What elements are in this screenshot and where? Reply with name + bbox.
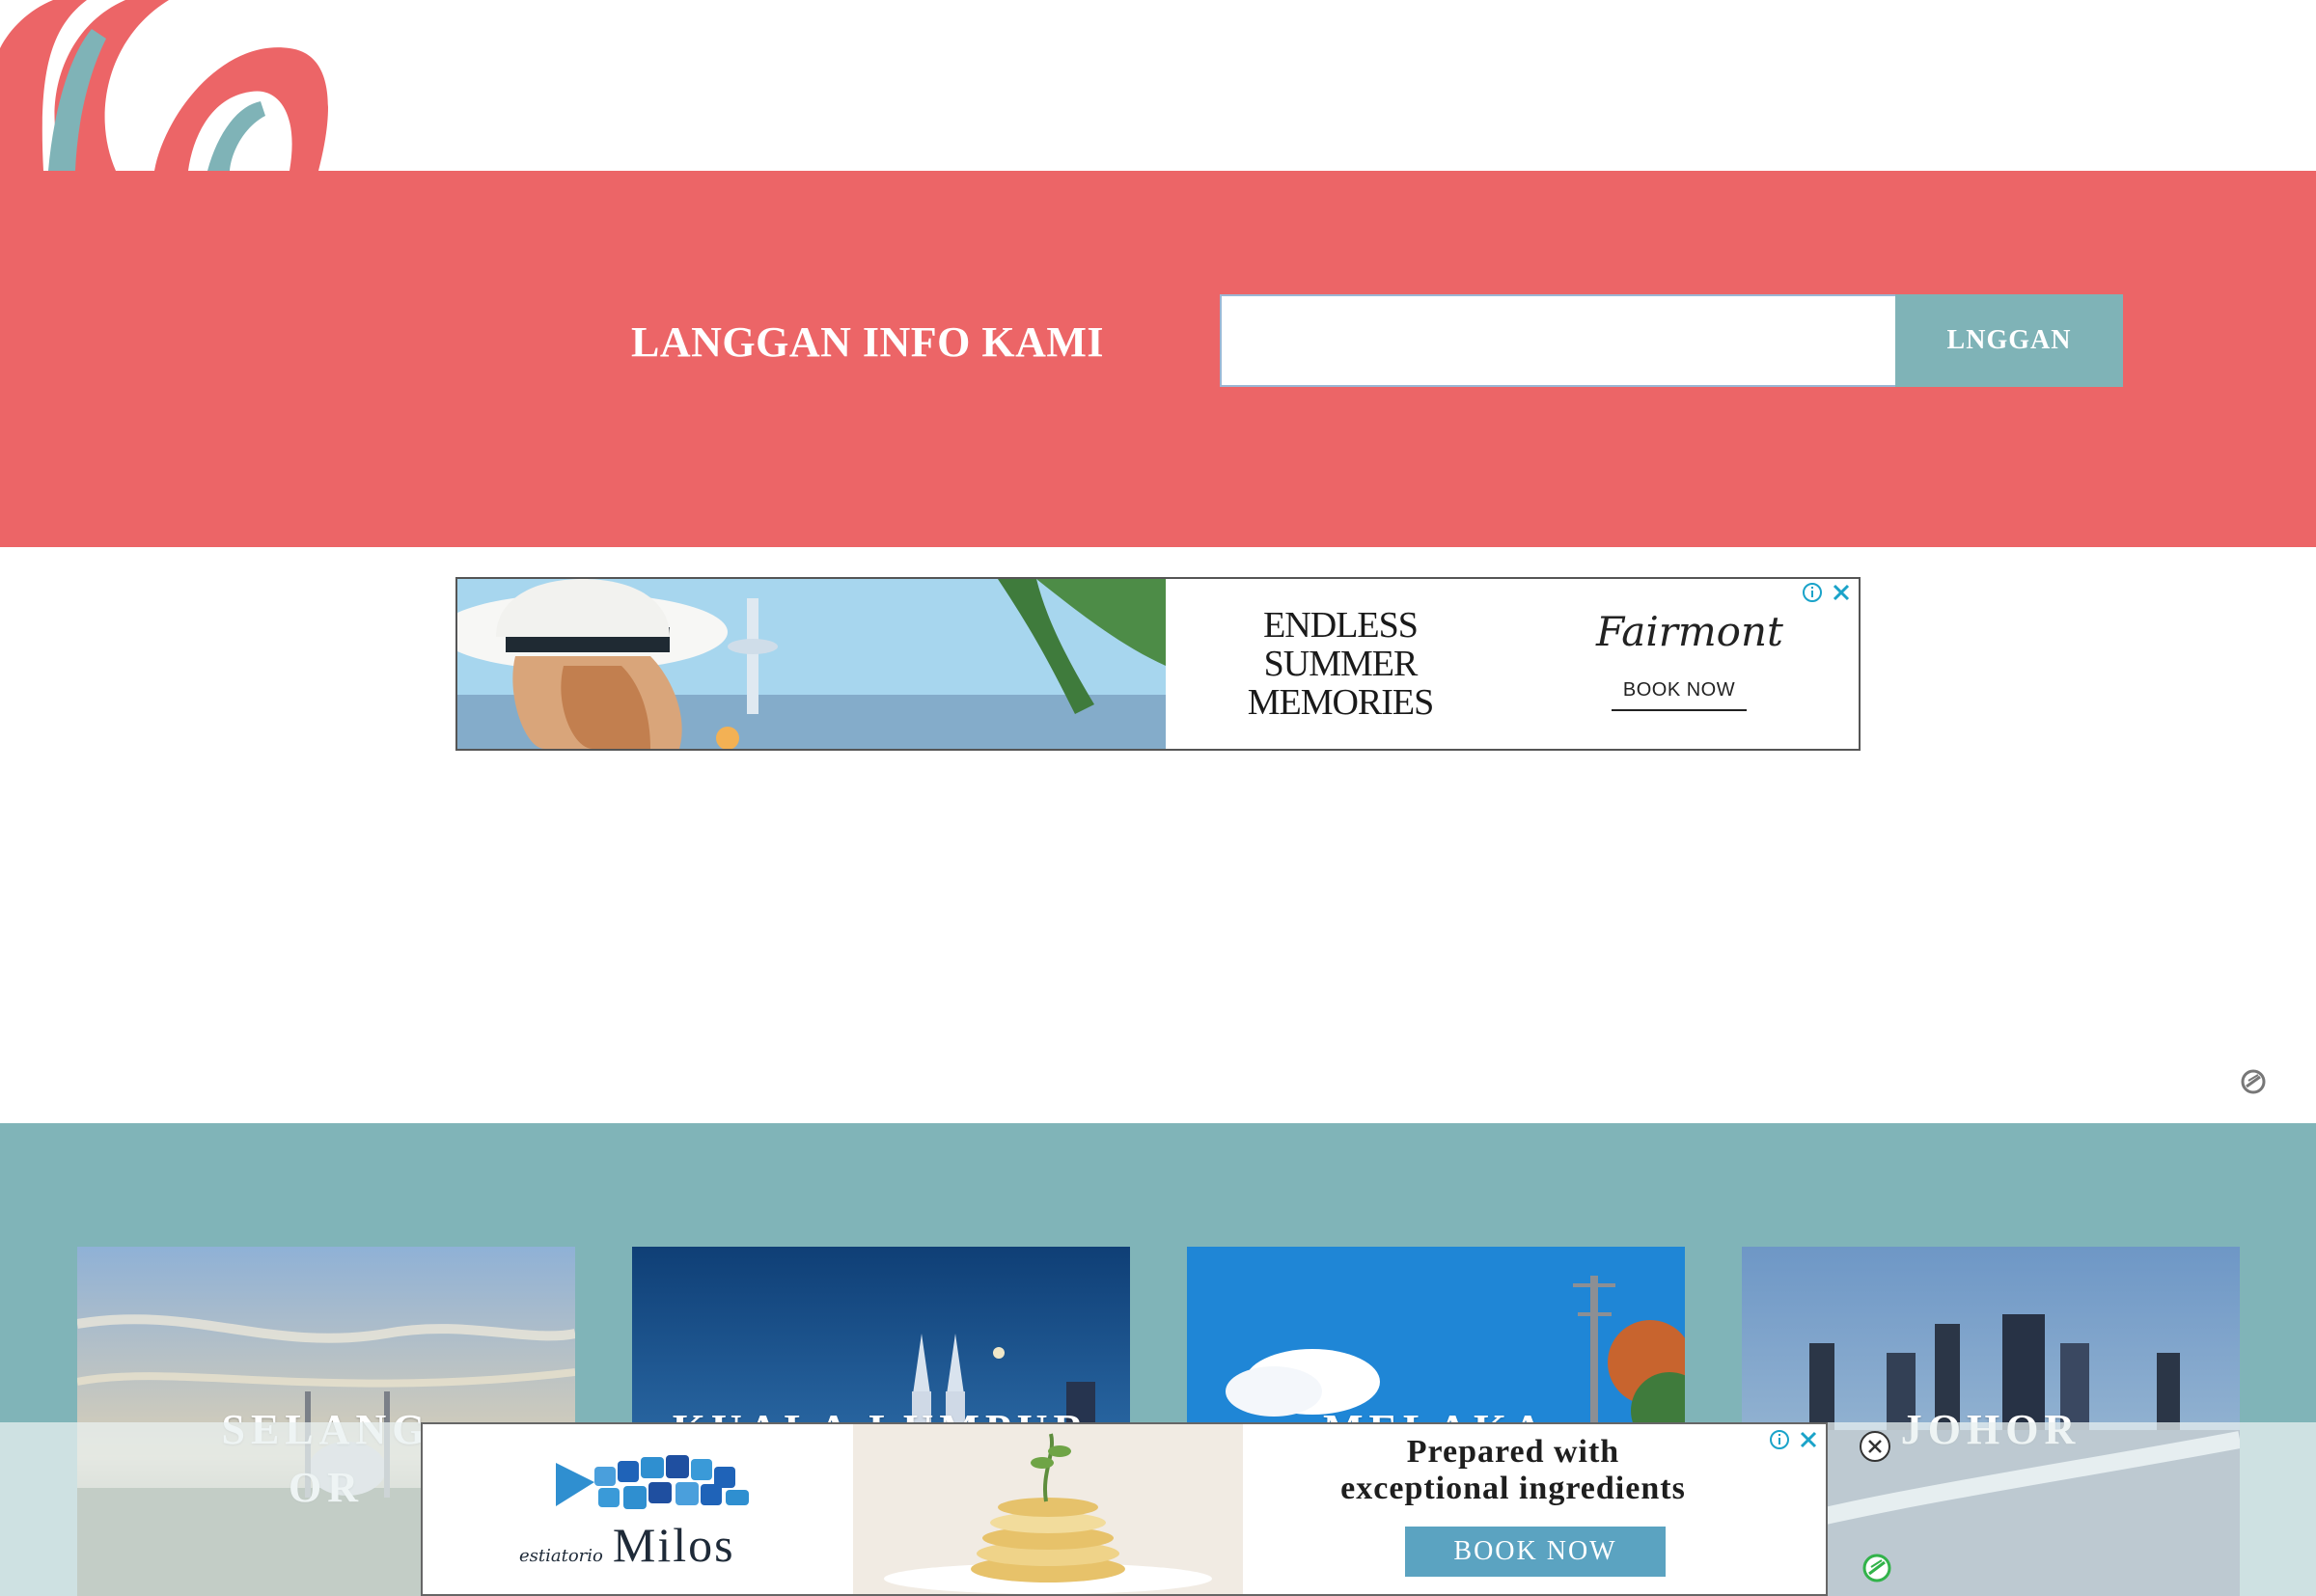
header (0, 0, 2316, 171)
ad-brand: Fairmont (1596, 608, 1783, 655)
blocker-icon[interactable] (1861, 1552, 1893, 1584)
ad-banner-top[interactable]: ENDLESS SUMMER MEMORIES Fairmont BOOK NO… (455, 577, 1861, 751)
ad-logo-text: estiatorio Milos (519, 1517, 735, 1573)
ad-info-icon[interactable] (1801, 581, 1824, 604)
ad-photo (457, 579, 1166, 749)
ad-logo-big: Milos (612, 1518, 735, 1572)
ad-banner-bottom[interactable]: estiatorio Milos Prepared with exception… (421, 1422, 1828, 1596)
ad-headline-line: SUMMER (1263, 644, 1419, 684)
close-icon[interactable] (1797, 1428, 1820, 1451)
blocker-icon[interactable] (2239, 1067, 2268, 1096)
email-input[interactable] (1220, 294, 1895, 387)
subscribe-title: LANGGAN INFO KAMI (631, 318, 1105, 366)
logo-brush-icon[interactable] (0, 0, 347, 171)
ad-headline-line: exceptional ingredients (1340, 1471, 1686, 1506)
close-icon[interactable] (1830, 581, 1853, 604)
subscribe-section: LANGGAN INFO KAMI LNGGAN (0, 171, 2316, 547)
ad-headline: ENDLESS SUMMER MEMORIES (1220, 606, 1461, 722)
ad-info-icon[interactable] (1768, 1428, 1791, 1451)
ad-cta[interactable]: BOOK NOW (1612, 679, 1747, 711)
ad-food-scene (853, 1424, 1243, 1594)
ad-photo-scene (457, 579, 1166, 749)
ad-logo-small: estiatorio (519, 1546, 603, 1566)
subscribe-button[interactable]: LNGGAN (1895, 294, 2123, 387)
ad-headline-line: Prepared with (1406, 1434, 1620, 1470)
ad-headline-line: ENDLESS (1263, 605, 1419, 646)
ad-book-now-button[interactable]: BOOK NOW (1405, 1527, 1666, 1577)
close-circle-icon[interactable] (1859, 1430, 1891, 1463)
milos-fish-logo (556, 1455, 749, 1509)
ad-headline: Prepared with exceptional ingredients (1320, 1434, 1706, 1507)
ad-headline-line: MEMORIES (1247, 682, 1435, 723)
ad-food-photo (853, 1424, 1243, 1594)
